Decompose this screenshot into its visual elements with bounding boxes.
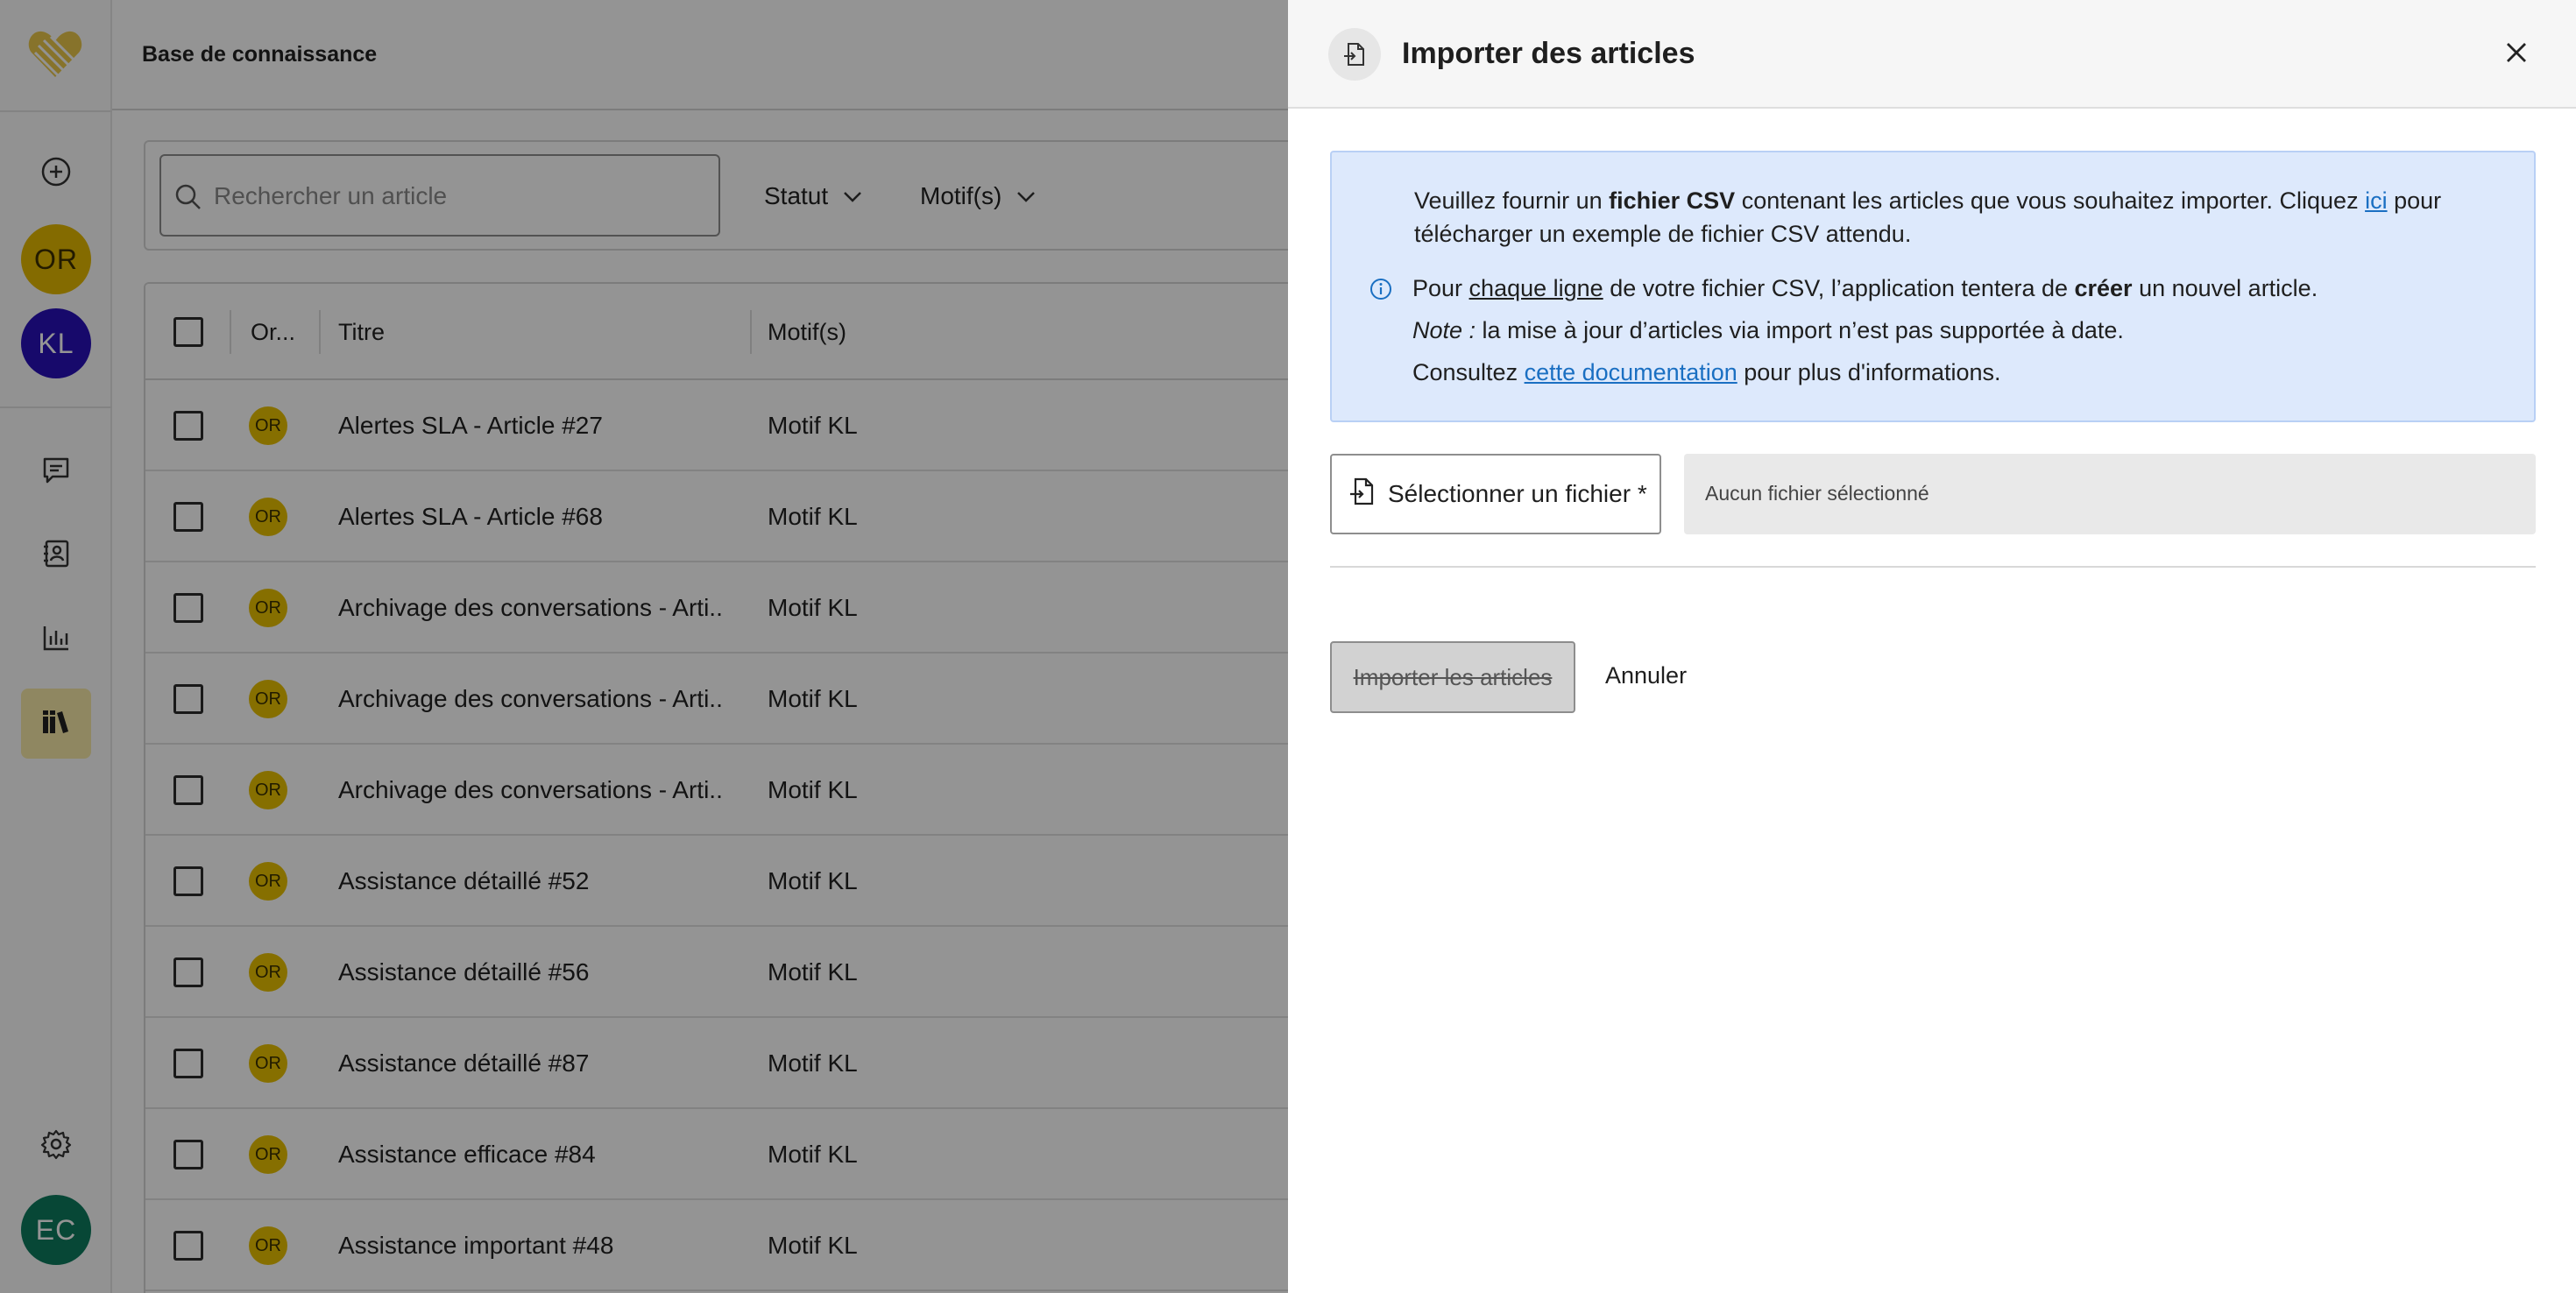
info-line-4: Note : la mise à jour d’articles via imp…	[1412, 314, 2124, 347]
select-file-button[interactable]: Sélectionner un fichier *	[1330, 454, 1661, 534]
sample-csv-link[interactable]: ici	[2365, 187, 2388, 214]
info-text: pour	[2387, 187, 2442, 214]
info-icon	[1369, 277, 1393, 306]
selected-file-status: Aucun fichier sélectionné	[1705, 482, 1929, 505]
form-divider	[1330, 566, 2536, 568]
drawer-header: Importer des articles	[1288, 0, 2576, 109]
info-line-2: télécharger un exemple de fichier CSV at…	[1414, 221, 1912, 247]
info-text: Consultez	[1412, 359, 1525, 385]
close-icon	[2503, 39, 2530, 70]
info-underlined-text: chaque ligne	[1468, 275, 1603, 301]
import-drawer: Importer des articles Veuillez fournir u…	[1288, 0, 2576, 1293]
info-line-5: Consultez cette documentation pour plus …	[1412, 356, 2001, 389]
select-file-label: Sélectionner un fichier *	[1388, 480, 1647, 507]
info-text: un nouvel article.	[2132, 275, 2318, 301]
drawer-title: Importer des articles	[1402, 37, 1695, 70]
file-import-icon	[1348, 477, 1376, 512]
modal-backdrop[interactable]	[0, 0, 1288, 1293]
info-text: pour plus d'informations.	[1737, 359, 2001, 385]
close-button[interactable]	[2497, 35, 2536, 74]
info-text: de votre fichier CSV, l’application tent…	[1603, 275, 2075, 301]
info-text: Pour	[1412, 275, 1469, 301]
info-bold-text: fichier CSV	[1609, 187, 1736, 214]
info-line-1: Veuillez fournir un fichier CSV contenan…	[1414, 184, 2441, 217]
documentation-link[interactable]: cette documentation	[1525, 359, 1737, 385]
info-bold-text: créer	[2074, 275, 2133, 301]
info-line-3: Pour chaque ligne de votre fichier CSV, …	[1412, 272, 2318, 305]
file-import-icon	[1328, 28, 1381, 81]
selected-file-field: Aucun fichier sélectionné	[1684, 454, 2536, 534]
cancel-button[interactable]: Annuler	[1605, 662, 1687, 689]
info-text: contenant les articles que vous souhaite…	[1735, 187, 2366, 214]
import-articles-button[interactable]: Importer les articles	[1330, 641, 1575, 713]
info-banner: Veuillez fournir un fichier CSV contenan…	[1330, 151, 2536, 422]
info-text: la mise à jour d’articles via import n’e…	[1476, 317, 2124, 343]
info-text: Veuillez fournir un	[1414, 187, 1610, 214]
info-italic-text: Note :	[1412, 317, 1476, 343]
